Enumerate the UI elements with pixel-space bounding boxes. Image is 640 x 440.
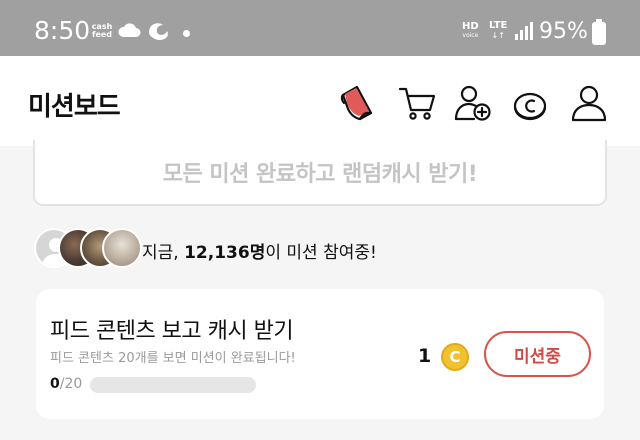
add-friend-icon[interactable]	[453, 83, 493, 123]
hd-label: HD	[462, 21, 479, 32]
lte-label: LTE	[489, 20, 508, 31]
cart-icon[interactable]	[397, 83, 437, 123]
hd-voice-indicator: HD voice	[462, 21, 479, 40]
mission-progress-text: 0/20	[50, 376, 82, 392]
complete-all-missions-banner[interactable]: 모든 미션 완료하고 랜덤캐시 받기!	[33, 140, 607, 206]
coin-symbol: C	[449, 348, 461, 366]
cash-coin-icon[interactable]	[510, 83, 550, 123]
participants-row: 지금, 12,136명이 미션 참여중!	[34, 228, 594, 272]
progress-total: /20	[59, 376, 83, 392]
participants-prefix: 지금,	[142, 243, 185, 263]
mission-card[interactable]: 피드 콘텐츠 보고 캐시 받기 피드 콘텐츠 20개를 보면 미션이 완료됩니다…	[36, 289, 604, 419]
status-time: 8:50	[34, 16, 91, 45]
cash-coin-icon: C	[441, 343, 469, 371]
page-title: 미션보드	[28, 92, 121, 122]
battery-icon	[592, 19, 606, 45]
mission-progress-bar	[90, 377, 256, 393]
cashfeed-line2: feed	[91, 30, 113, 39]
battery-percent: 95%	[539, 19, 588, 44]
status-bar: 8:50 cash feed HD voice LTE ↓↑ 95%	[0, 0, 640, 56]
lte-sub-label: ↓↑	[491, 31, 505, 40]
avatar-user-4	[102, 228, 142, 268]
cashfeed-notification-icon: cash feed	[89, 23, 115, 39]
profile-icon[interactable]	[569, 83, 609, 123]
participants-suffix: 이 미션 참여중!	[265, 243, 377, 263]
mission-board-content: 모든 미션 완료하고 랜덤캐시 받기! 지금, 12,136명이 미션 참여중!…	[0, 140, 640, 440]
banner-text: 모든 미션 완료하고 랜덤캐시 받기!	[162, 162, 478, 187]
lte-indicator: LTE ↓↑	[489, 20, 508, 41]
mission-description: 피드 콘텐츠 20개를 보면 미션이 완료됩니다!	[50, 351, 296, 366]
mission-title: 피드 콘텐츠 보고 캐시 받기	[50, 319, 294, 344]
mission-in-progress-button[interactable]: 미션중	[484, 331, 591, 377]
participants-text: 지금, 12,136명이 미션 참여중!	[142, 238, 377, 263]
more-notifications-dot	[183, 30, 190, 37]
signal-icon	[515, 22, 533, 40]
cloud-icon	[118, 23, 141, 37]
app-notification-icon	[149, 23, 168, 41]
hd-sub-label: voice	[462, 32, 479, 39]
app-header: 미션보드	[0, 56, 640, 146]
reward-amount: 1	[418, 345, 432, 367]
sticker-icon[interactable]	[338, 83, 378, 123]
progress-current: 0	[50, 376, 60, 392]
participants-count: 12,136명	[184, 243, 266, 263]
